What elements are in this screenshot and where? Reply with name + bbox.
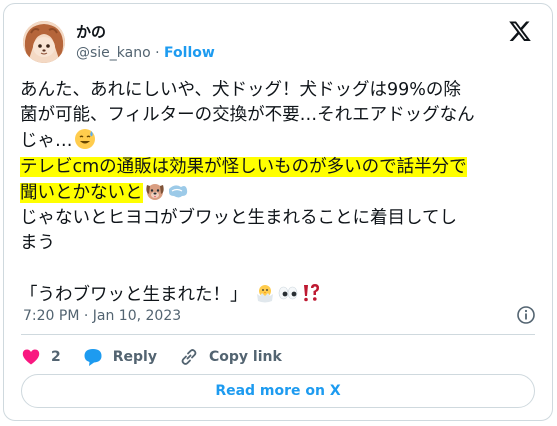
- tweet-line: まう: [20, 233, 55, 254]
- info-icon[interactable]: [516, 305, 536, 325]
- avatar[interactable]: [23, 21, 65, 63]
- tweet-card: かの @sie_kano · Follow あんた、あれにしいや、犬ドッグ！犬ド…: [3, 3, 553, 421]
- tweet-line-highlighted: テレビcmの通販は効果が怪しいものが多いので話半分で: [20, 156, 467, 177]
- tweet-line: 「うわブワッと生まれた！」: [20, 282, 540, 308]
- divider: [21, 334, 535, 335]
- reply-label: Reply: [112, 349, 157, 365]
- follow-button[interactable]: Follow: [164, 45, 215, 61]
- hatching-chick-emoji-icon: [257, 284, 274, 303]
- tweet-line-highlighted: 聞いとかないと: [20, 180, 540, 206]
- like-count: 2: [51, 349, 61, 365]
- dog-face-emoji-icon: [145, 183, 164, 200]
- exclamation-question-emoji-icon: [304, 283, 320, 301]
- like-button[interactable]: 2: [21, 347, 61, 367]
- tweet-line: あんた、あれにしいや、犬ドッグ！犬ドッグは99%の除: [20, 80, 461, 100]
- link-icon: [181, 349, 197, 365]
- action-bar: 2 Reply Copy link: [21, 345, 304, 369]
- separator-dot: ·: [155, 45, 160, 61]
- reply-button[interactable]: Reply: [83, 347, 157, 367]
- speech-bubble-icon: [84, 349, 102, 366]
- tweet-line: 菌が可能、フィルターの交換が不要…それエアドッグなん: [20, 105, 475, 126]
- author-handle[interactable]: @sie_kano: [76, 45, 151, 61]
- x-logo-icon[interactable]: [508, 19, 532, 43]
- tweet-text: あんた、あれにしいや、犬ドッグ！犬ドッグは99%の除 菌が可能、フィルターの交換…: [20, 78, 540, 308]
- author-handle-row: @sie_kano · Follow: [76, 44, 215, 62]
- sweat-smile-emoji-icon: [74, 129, 95, 150]
- copy-link-label: Copy link: [208, 349, 282, 365]
- tweet-line: じゃ…: [20, 128, 540, 154]
- author-name[interactable]: かの: [76, 22, 106, 42]
- blank-line: ​: [20, 256, 540, 281]
- tweet-line: じゃないとヒヨコがブワッと生まれることに着目してし: [20, 208, 457, 229]
- copy-link-button[interactable]: Copy link: [179, 347, 282, 367]
- heart-icon: [22, 349, 40, 365]
- eyes-emoji-icon: [278, 286, 298, 299]
- dash-emoji-icon: [168, 185, 187, 198]
- timestamp[interactable]: 7:20 PM · Jan 10, 2023: [23, 307, 181, 325]
- read-more-button[interactable]: Read more on X: [21, 374, 535, 408]
